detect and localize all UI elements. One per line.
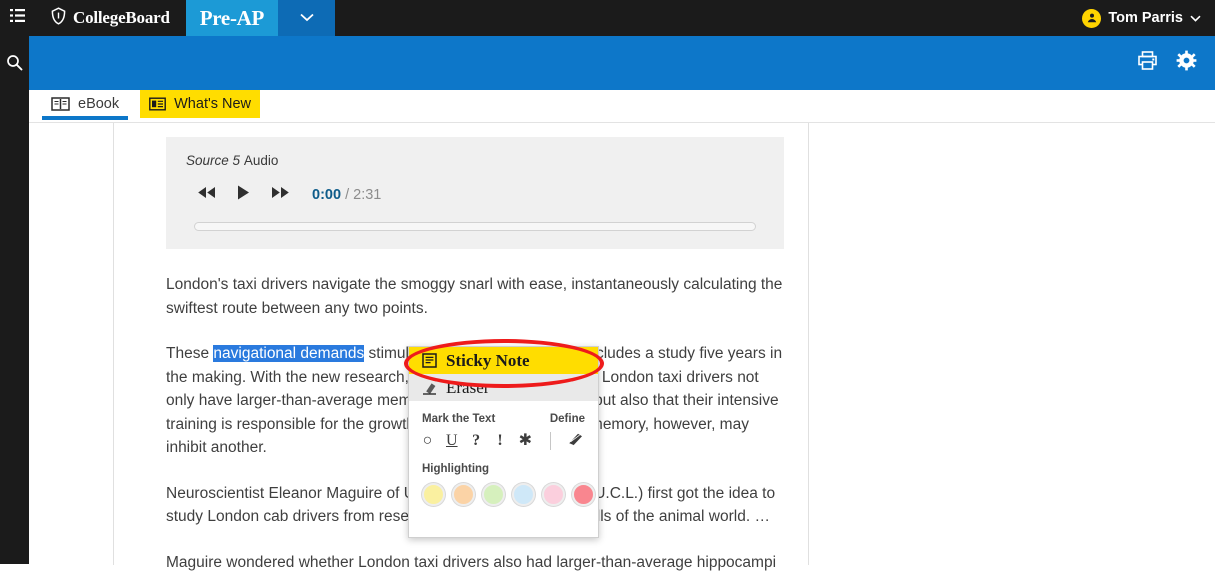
audio-player: Source 5 Audio: [166, 137, 784, 249]
annotation-popup-menu: Sticky Note Eraser Mark the Text Define …: [408, 346, 599, 538]
settings-button[interactable]: [1176, 50, 1197, 76]
product-tab-dropdown-button[interactable]: [278, 0, 335, 36]
product-tab-preap[interactable]: Pre-AP: [186, 0, 278, 36]
play-button[interactable]: [236, 184, 251, 206]
define-button[interactable]: [567, 432, 584, 450]
collegeboard-logo[interactable]: CollegeBoard: [35, 0, 186, 36]
menu-item-eraser-label: Eraser: [446, 378, 489, 398]
highlight-color-yellow[interactable]: [422, 483, 445, 506]
rewind-button[interactable]: [196, 185, 217, 205]
printer-icon: [1137, 50, 1158, 76]
print-button[interactable]: [1137, 50, 1158, 76]
reader-paragraph: Maguire wondered whether London taxi dri…: [166, 551, 790, 574]
audio-time: 0:00 / 2:31: [312, 187, 381, 203]
tab-whats-new[interactable]: What's New: [140, 90, 260, 118]
sticky-note-icon: [422, 353, 437, 368]
dictionary-book-icon: [567, 432, 584, 451]
audio-scrubber[interactable]: [194, 222, 756, 231]
audio-kind-label: Audio: [244, 153, 279, 168]
product-tab-label: Pre-AP: [200, 6, 264, 31]
highlight-color-red[interactable]: [572, 483, 595, 506]
menu-item-eraser[interactable]: Eraser: [409, 374, 598, 401]
top-bar: CollegeBoard Pre-AP Tom Parris: [0, 0, 1215, 36]
highlight-color-green[interactable]: [482, 483, 505, 506]
chevron-down-icon: [1190, 10, 1201, 26]
highlight-color-pink[interactable]: [542, 483, 565, 506]
user-menu[interactable]: Tom Parris: [1082, 0, 1215, 36]
user-name: Tom Parris: [1108, 10, 1183, 26]
fast-forward-button[interactable]: [270, 185, 291, 205]
highlight-color-row: [409, 475, 598, 506]
search-icon: [6, 54, 23, 76]
audio-controls: 0:00 / 2:31: [186, 184, 764, 206]
selected-text[interactable]: navigational demands: [213, 345, 364, 362]
left-rail: [0, 36, 29, 564]
news-card-icon: [149, 97, 166, 111]
highlighting-label: Highlighting: [409, 450, 598, 475]
tab-ebook[interactable]: eBook: [42, 90, 128, 118]
paragraph-text: London's taxi drivers navigate the smogg…: [166, 276, 782, 317]
menu-item-sticky-note-label: Sticky Note: [446, 351, 530, 371]
reader-paragraph: London's taxi drivers navigate the smogg…: [166, 273, 790, 320]
audio-time-separator: /: [345, 187, 349, 203]
define-label: Define: [550, 413, 585, 425]
content-area: Source 5 Audio: [29, 122, 1215, 564]
grid-menu-button[interactable]: [0, 0, 35, 36]
tab-strip: eBook What's New: [29, 90, 1215, 122]
tab-ebook-label: eBook: [78, 96, 119, 112]
exclamation-mark-tool[interactable]: !: [495, 432, 506, 450]
topbar-spacer: [335, 0, 1082, 36]
tool-divider: [550, 432, 551, 450]
tab-whats-new-label: What's New: [174, 96, 251, 112]
question-mark-tool[interactable]: ?: [471, 432, 482, 450]
audio-source-label: Source 5 Audio: [186, 153, 764, 168]
highlight-color-blue[interactable]: [512, 483, 535, 506]
asterisk-mark-tool[interactable]: ✱: [519, 432, 532, 450]
right-divider: [808, 123, 809, 565]
paragraph-text: Maguire wondered whether London taxi dri…: [166, 554, 776, 571]
open-book-icon: [51, 96, 70, 112]
brand-text: CollegeBoard: [73, 8, 170, 28]
paragraph-text: These: [166, 345, 213, 362]
eraser-icon: [422, 381, 437, 395]
gear-icon: [1176, 50, 1197, 76]
acorn-icon: [51, 7, 66, 30]
highlight-color-orange[interactable]: [452, 483, 475, 506]
underline-mark-tool[interactable]: U: [446, 432, 458, 450]
rewind-icon: [196, 185, 217, 205]
menu-item-sticky-note[interactable]: Sticky Note: [409, 347, 598, 374]
avatar: [1082, 9, 1101, 28]
circle-mark-tool[interactable]: ○: [422, 432, 433, 450]
mark-tools-row: ○ U ? ! ✱: [409, 425, 598, 450]
mark-the-text-label: Mark the Text: [422, 413, 495, 425]
fast-forward-icon: [270, 185, 291, 205]
popup-section-headers: Mark the Text Define: [409, 401, 598, 425]
grid-menu-icon: [10, 8, 25, 28]
audio-current-time: 0:00: [312, 187, 341, 203]
play-icon: [236, 184, 251, 206]
audio-source-number: Source 5: [186, 153, 240, 168]
search-button[interactable]: [0, 52, 29, 78]
audio-total-time: 2:31: [353, 187, 381, 203]
toolbar: [29, 36, 1215, 90]
chevron-down-icon: [300, 9, 314, 27]
